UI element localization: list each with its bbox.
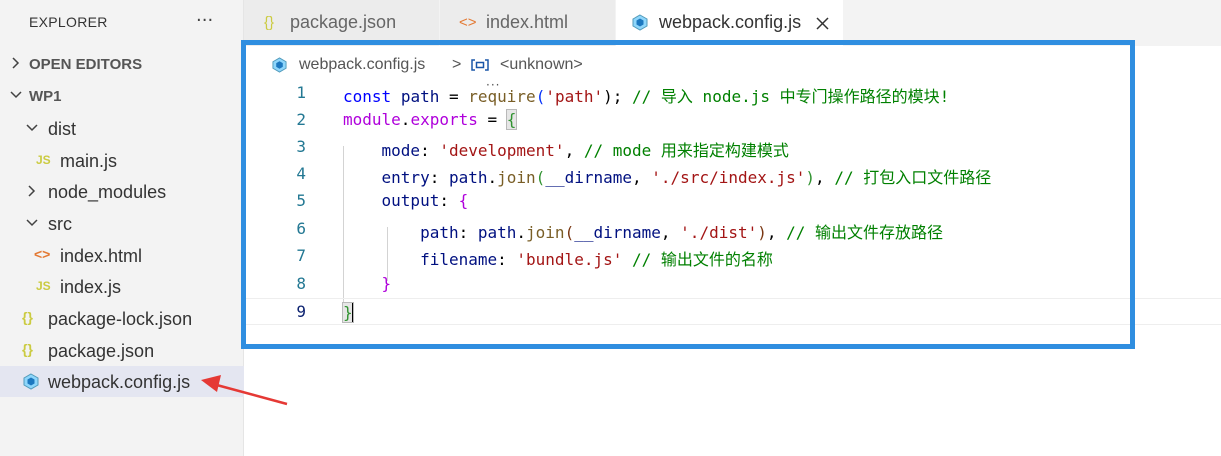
folder-label: WP1 — [29, 88, 62, 105]
webpack-cube-icon — [23, 373, 39, 390]
tree-item-main-js[interactable]: JS main.js — [0, 145, 244, 176]
explorer-title: EXPLORER — [29, 14, 108, 30]
tree-item-src[interactable]: src — [0, 208, 244, 239]
webpack-cube-icon — [632, 14, 648, 31]
html-file-icon: <> — [34, 246, 51, 262]
json-file-icon: {} — [22, 309, 33, 325]
js-file-icon: JS — [36, 153, 51, 167]
folder-wp1[interactable]: WP1 — [0, 82, 244, 112]
annotation-highlight-box — [241, 40, 1135, 349]
tree-item-package-json[interactable]: {} package.json — [0, 335, 244, 366]
tab-label: package.json — [290, 12, 397, 32]
tree-item-index-html[interactable]: <> index.html — [0, 240, 244, 271]
chevron-right-icon — [28, 185, 36, 197]
open-editors-label: OPEN EDITORS — [29, 56, 143, 73]
tab-label: webpack.config.js — [659, 12, 802, 32]
annotation-arrow-icon — [201, 375, 288, 406]
more-actions-icon[interactable]: ··· — [196, 10, 213, 31]
tree-item-index-js[interactable]: JS index.js — [0, 271, 244, 302]
json-file-icon: {} — [22, 341, 33, 357]
tree-item-label: node_modules — [48, 182, 167, 202]
chevron-right-icon — [12, 57, 20, 69]
tree-item-label: index.js — [60, 277, 122, 297]
tree-item-package-lock-json[interactable]: {} package-lock.json — [0, 303, 244, 334]
tree-item-label: src — [48, 214, 72, 234]
tree-item-label: package-lock.json — [48, 309, 193, 329]
chevron-down-icon — [10, 91, 22, 99]
chevron-down-icon — [26, 124, 38, 132]
js-file-icon: JS — [36, 279, 51, 293]
tab-label: index.html — [486, 12, 569, 32]
tree-item-node-modules[interactable]: node_modules — [0, 176, 244, 207]
explorer-header: EXPLORER ··· — [0, 0, 244, 46]
json-file-icon: {} — [264, 14, 275, 31]
tree-item-label: dist — [48, 119, 77, 139]
tree-item-label: main.js — [60, 151, 118, 171]
open-editors-section[interactable]: OPEN EDITORS — [0, 50, 244, 80]
tree-item-label: webpack.config.js — [48, 372, 191, 392]
tree-item-label: package.json — [48, 341, 155, 361]
chevron-down-icon — [26, 219, 38, 227]
close-icon[interactable] — [816, 17, 829, 30]
tree-item-dist[interactable]: dist — [0, 113, 244, 144]
tree-item-label: index.html — [60, 246, 143, 266]
html-file-icon: <> — [459, 14, 477, 31]
